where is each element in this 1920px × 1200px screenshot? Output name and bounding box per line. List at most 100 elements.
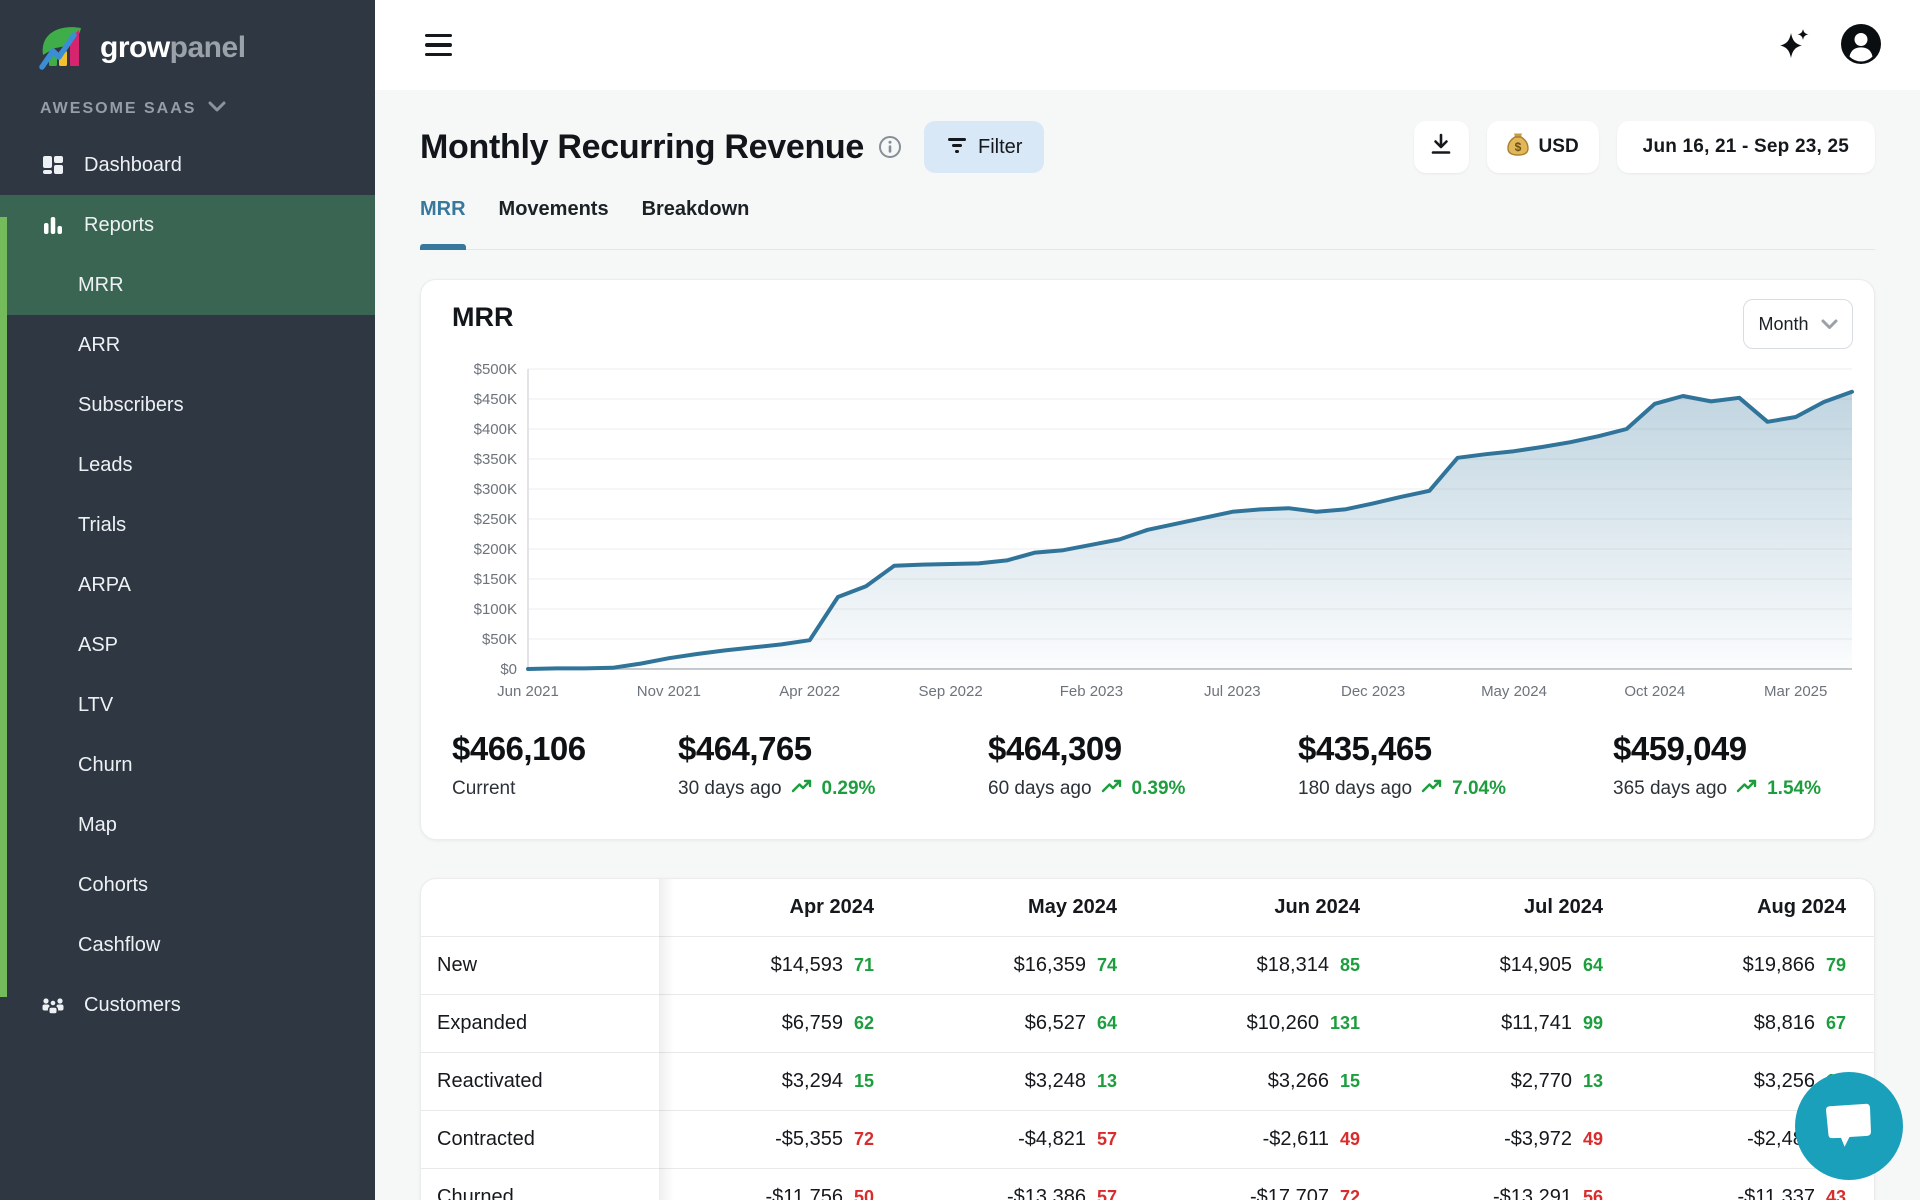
table-cell: -$4,82157	[902, 1110, 1145, 1168]
table-cell: $10,260131	[1145, 994, 1388, 1052]
table-cell: -$3,97249	[1388, 1110, 1631, 1168]
cell-count: 43	[1826, 1187, 1846, 1200]
cell-amount: $16,359	[1014, 954, 1086, 977]
sidebar-item-reports[interactable]: Reports	[0, 195, 375, 255]
date-range-picker[interactable]: Jun 16, 21 - Sep 23, 25	[1617, 121, 1875, 173]
cell-amount: -$2,611	[1263, 1128, 1329, 1151]
cell-amount: $3,294	[782, 1070, 843, 1093]
sidebar-item-map[interactable]: Map	[0, 795, 375, 855]
filter-button[interactable]: Filter	[924, 121, 1044, 173]
table-cell: $14,59371	[659, 936, 902, 994]
mrr-area-chart[interactable]: $0$50K$100K$150K$200K$250K$300K$350K$400…	[445, 350, 1865, 720]
granularity-select[interactable]: Month	[1743, 299, 1853, 349]
table-header-apr-2024: Apr 2024	[659, 879, 902, 936]
ai-assistant-button[interactable]	[1776, 25, 1814, 66]
sidebar-item-mrr[interactable]: MRR	[0, 255, 375, 315]
sidebar-item-cashflow[interactable]: Cashflow	[0, 915, 375, 975]
svg-text:$400K: $400K	[474, 421, 517, 438]
table-cell: $3,24813	[902, 1052, 1145, 1110]
sidebar-item-cohorts[interactable]: Cohorts	[0, 855, 375, 915]
sidebar-item-trials[interactable]: Trials	[0, 495, 375, 555]
date-range-label: Jun 16, 21 - Sep 23, 25	[1643, 136, 1849, 158]
workspace-switcher[interactable]: AWESOME SAAS	[40, 100, 226, 118]
sidebar-item-label: Customers	[84, 994, 181, 1017]
stat-change-percent: 0.29%	[822, 778, 876, 800]
page-content: Monthly Recurring Revenue	[375, 121, 1920, 1200]
sidebar-report-submenu: MRRARRSubscribersLeadsTrialsARPAASPLTVCh…	[0, 255, 375, 975]
stat-label: 30 days ago	[678, 778, 782, 800]
sidebar-item-asp[interactable]: ASP	[0, 615, 375, 675]
svg-text:$250K: $250K	[474, 511, 517, 528]
mrr-movements-table: Apr 2024May 2024Jun 2024Jul 2024Aug 2024…	[421, 879, 1874, 1200]
svg-text:$50K: $50K	[482, 631, 517, 648]
cell-count: 13	[1097, 1071, 1117, 1092]
tab-bar: MRR Movements Breakdown	[420, 195, 1875, 250]
sidebar-item-leads[interactable]: Leads	[0, 435, 375, 495]
currency-selector-button[interactable]: $ USD	[1487, 121, 1599, 173]
sidebar: growpanel AWESOME SAAS Dashboard	[0, 0, 375, 1200]
table-cell: -$5,35572	[659, 1110, 902, 1168]
cell-count: 64	[1583, 955, 1603, 976]
cell-count: 15	[1340, 1071, 1360, 1092]
sidebar-item-arr[interactable]: ARR	[0, 315, 375, 375]
mrr-stat-current: $466,106Current	[452, 730, 678, 800]
cell-count: 71	[854, 955, 874, 976]
table-cell: $2,77013	[1388, 1052, 1631, 1110]
table-row-label-expanded: Expanded	[421, 994, 659, 1052]
table-cell: $11,74199	[1388, 994, 1631, 1052]
main-area: Monthly Recurring Revenue	[375, 0, 1920, 1200]
table-cell: $3,26615	[1145, 1052, 1388, 1110]
cell-count: 79	[1826, 955, 1846, 976]
filter-icon	[946, 134, 968, 160]
table-cell: $6,52764	[902, 994, 1145, 1052]
svg-text:$350K: $350K	[474, 451, 517, 468]
table-cell: $6,75962	[659, 994, 902, 1052]
stat-value: $464,309	[988, 730, 1298, 768]
table-header-jun-2024: Jun 2024	[1145, 879, 1388, 936]
topbar	[375, 0, 1920, 90]
granularity-value: Month	[1758, 314, 1808, 335]
sidebar-item-dashboard[interactable]: Dashboard	[0, 135, 375, 195]
svg-text:Mar 2025: Mar 2025	[1764, 683, 1827, 700]
cell-amount: $2,770	[1511, 1070, 1572, 1093]
cell-count: 85	[1340, 955, 1360, 976]
growpanel-logo-icon	[38, 22, 86, 75]
chevron-down-icon	[208, 100, 226, 118]
sidebar-item-customers[interactable]: Customers	[0, 975, 375, 1035]
cell-amount: -$11,337	[1737, 1186, 1814, 1200]
workspace-name: AWESOME SAAS	[40, 100, 196, 118]
cell-amount: $10,260	[1247, 1012, 1319, 1035]
mrr-stat-180-days-ago: $435,465180 days ago7.04%	[1298, 730, 1613, 800]
chat-bubble-icon	[1818, 1096, 1880, 1157]
svg-text:Nov 2021: Nov 2021	[637, 683, 701, 700]
cell-count: 57	[1097, 1129, 1117, 1150]
svg-text:$150K: $150K	[474, 571, 517, 588]
table-cell: $16,35974	[902, 936, 1145, 994]
tab-movements[interactable]: Movements	[499, 195, 609, 249]
tab-breakdown[interactable]: Breakdown	[642, 195, 750, 249]
stat-change-percent: 7.04%	[1452, 778, 1506, 800]
trending-up-icon	[791, 778, 813, 800]
stat-value: $435,465	[1298, 730, 1613, 768]
cell-amount: -$3,972	[1504, 1128, 1572, 1151]
table-cell: $19,86679	[1631, 936, 1874, 994]
cell-count: 56	[1583, 1187, 1603, 1200]
menu-toggle-button[interactable]	[425, 34, 452, 57]
sidebar-item-churn[interactable]: Churn	[0, 735, 375, 795]
sparkles-icon	[1776, 25, 1814, 66]
svg-text:May 2024: May 2024	[1481, 683, 1547, 700]
tab-mrr[interactable]: MRR	[420, 195, 466, 249]
sidebar-item-arpa[interactable]: ARPA	[0, 555, 375, 615]
support-chat-button[interactable]	[1795, 1072, 1903, 1180]
svg-text:$300K: $300K	[474, 481, 517, 498]
stat-label: 365 days ago	[1613, 778, 1727, 800]
info-icon[interactable]	[878, 135, 902, 159]
sidebar-item-ltv[interactable]: LTV	[0, 675, 375, 735]
svg-text:$200K: $200K	[474, 541, 517, 558]
account-menu-button[interactable]	[1840, 23, 1882, 68]
brand-logo[interactable]: growpanel	[0, 0, 375, 72]
sidebar-item-subscribers[interactable]: Subscribers	[0, 375, 375, 435]
avatar-icon	[1840, 23, 1882, 68]
download-button[interactable]	[1414, 121, 1469, 173]
stat-value: $466,106	[452, 730, 678, 768]
